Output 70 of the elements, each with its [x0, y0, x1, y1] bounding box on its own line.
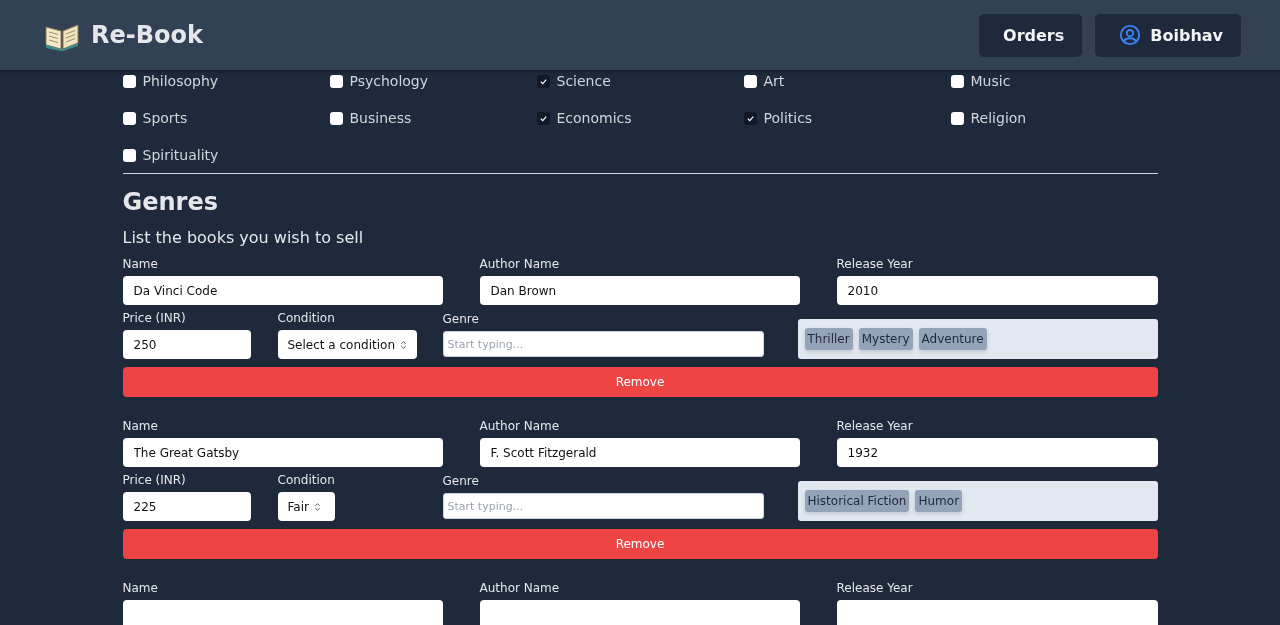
field-label: Price (INR) — [122, 473, 187, 487]
field-label: Author Name — [479, 257, 561, 271]
category-label: Politics — [763, 110, 813, 126]
checkbox[interactable] — [122, 74, 136, 88]
genre-input[interactable]: Start typing... — [442, 331, 764, 357]
checkbox[interactable] — [122, 148, 136, 162]
field-label: Name — [122, 257, 159, 271]
checkbox[interactable] — [122, 111, 136, 125]
category-label: Psychology — [349, 73, 429, 89]
field-label: Author Name — [479, 419, 561, 433]
field-label: Price (INR) — [122, 311, 187, 325]
field-label: Condition — [277, 311, 336, 325]
remove-button[interactable]: Remove — [122, 529, 1158, 559]
name-input[interactable]: Da Vinci Code — [122, 276, 443, 305]
price-input[interactable]: 225 — [122, 492, 251, 521]
condition-select[interactable]: Select a condition — [277, 330, 417, 359]
orders-button[interactable]: Orders — [979, 13, 1083, 57]
release-year-input[interactable]: 2010 — [836, 276, 1158, 305]
checkbox[interactable] — [950, 74, 964, 88]
category-label: Science — [556, 73, 611, 89]
author-input[interactable] — [479, 600, 800, 625]
genre-tag[interactable]: Historical Fiction — [804, 490, 910, 512]
chevron-up-down-icon — [400, 339, 407, 350]
condition-select[interactable]: Fair — [277, 492, 335, 521]
genre-input[interactable]: Start typing... — [442, 493, 764, 519]
field-label: Name — [122, 419, 159, 433]
category-label: Religion — [970, 110, 1027, 126]
name-input[interactable] — [122, 600, 443, 625]
category-label: Music — [970, 73, 1011, 89]
section-subtitle: List the books you wish to sell — [122, 228, 365, 247]
field-label: Release Year — [836, 581, 914, 595]
user-icon — [1119, 24, 1142, 46]
checkbox[interactable] — [743, 111, 757, 125]
field-label: Release Year — [836, 257, 914, 271]
author-input[interactable]: F. Scott Fitzgerald — [479, 438, 800, 467]
field-label: Author Name — [479, 581, 561, 595]
field-label: Condition — [277, 473, 335, 487]
name-input[interactable]: The Great Gatsby — [122, 438, 443, 467]
chevron-up-down-icon — [313, 501, 321, 512]
checkbox[interactable] — [743, 74, 757, 88]
category-label: Sports — [142, 110, 188, 126]
field-label: Release Year — [836, 419, 914, 433]
checkbox[interactable] — [536, 74, 550, 88]
category-label: Art — [763, 73, 785, 89]
field-label: Genre — [442, 312, 480, 326]
section-title: Genres — [122, 188, 219, 216]
release-year-input[interactable] — [836, 600, 1158, 625]
genre-tag[interactable]: Mystery — [858, 328, 913, 350]
field-label: Name — [122, 581, 159, 595]
user-menu-button[interactable]: Boibhav — [1095, 13, 1241, 57]
checkmark-icon — [538, 76, 548, 86]
checkbox[interactable] — [950, 111, 964, 125]
category-label: Philosophy — [142, 73, 219, 89]
genre-tag[interactable]: Thriller — [804, 328, 853, 350]
app-logo-text[interactable]: Re-Book — [91, 21, 203, 49]
remove-button[interactable]: Remove — [122, 367, 1158, 397]
price-input[interactable]: 250 — [122, 330, 251, 359]
author-input[interactable]: Dan Brown — [479, 276, 800, 305]
checkbox[interactable] — [536, 111, 550, 125]
category-label: Business — [349, 110, 412, 126]
checkbox[interactable] — [329, 111, 343, 125]
checkmark-icon — [538, 113, 548, 123]
category-label: Spirituality — [142, 147, 219, 163]
field-label: Genre — [442, 474, 480, 488]
checkmark-icon — [745, 113, 755, 123]
category-label: Economics — [556, 110, 632, 126]
release-year-input[interactable]: 1932 — [836, 438, 1158, 467]
genre-tag[interactable]: Adventure — [918, 328, 987, 350]
checkbox[interactable] — [329, 74, 343, 88]
genre-tag[interactable]: Humor — [915, 490, 963, 512]
